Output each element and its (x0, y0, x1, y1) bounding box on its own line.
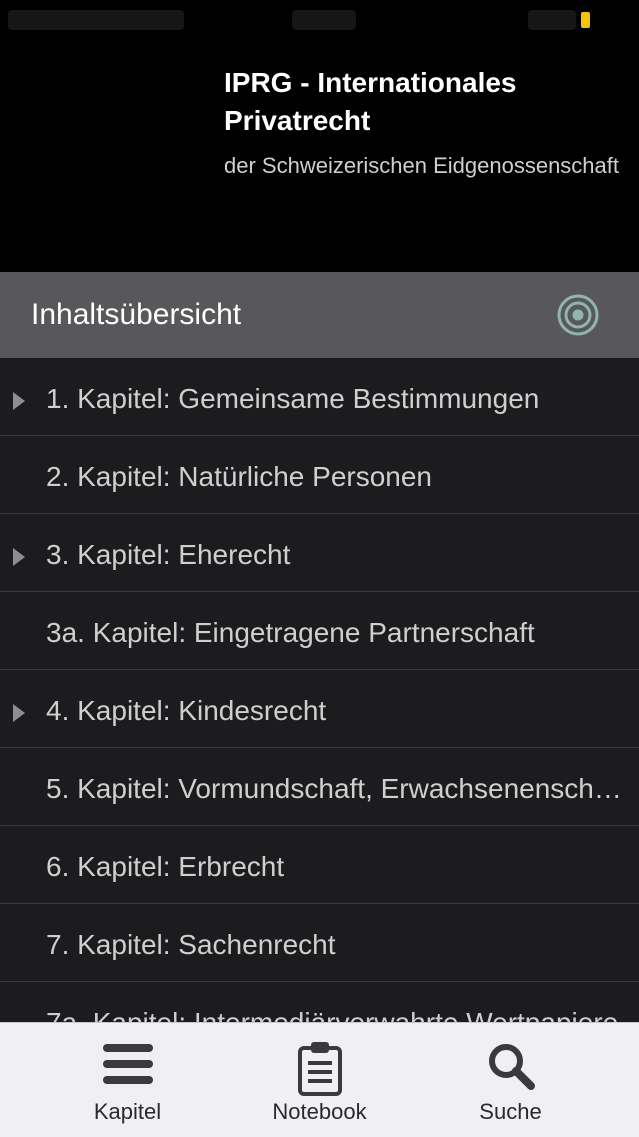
tab-bar: Kapitel Notebook Suche (0, 1022, 639, 1137)
battery-icon (581, 12, 590, 28)
carrier-signal (8, 10, 184, 30)
chapter-row[interactable]: 2. Kapitel: Natürliche Personen (0, 436, 639, 514)
status-bar (0, 0, 639, 40)
chapter-label: 1. Kapitel: Gemeinsame Bestimmungen (46, 383, 540, 414)
tab-kapitel[interactable]: Kapitel (21, 1023, 234, 1137)
chapter-row[interactable]: 6. Kapitel: Erbrecht (0, 826, 639, 904)
chapter-list: 1. Kapitel: Gemeinsame Bestimmungen 2. K… (0, 358, 639, 1022)
tab-label: Kapitel (93, 1099, 162, 1124)
chapter-label: 5. Kapitel: Vormundschaft, Erwachsenensc… (46, 773, 634, 804)
chapter-row[interactable]: 1. Kapitel: Gemeinsame Bestimmungen (0, 358, 639, 436)
chapter-label: 6. Kapitel: Erbrecht (46, 851, 285, 882)
book-header: IPRG - Internationales Privatrecht der S… (0, 40, 639, 272)
tab-suche[interactable]: Suche (404, 1023, 617, 1137)
chapter-row[interactable]: 3a. Kapitel: Eingetragene Partnerschaft (0, 592, 639, 670)
tab-label: Notebook (272, 1099, 367, 1124)
disclosure-triangle-icon[interactable] (13, 704, 25, 722)
menu-icon (103, 1044, 153, 1084)
chapter-row[interactable]: 4. Kapitel: Kindesrecht (0, 670, 639, 748)
search-icon (489, 1044, 535, 1090)
chapter-label: 7a. Kapitel: Intermediärverwahrte Wertpa… (46, 1006, 634, 1022)
battery-percent (528, 10, 576, 30)
chapter-label: 7. Kapitel: Sachenrecht (46, 929, 336, 960)
chapter-label: 3a. Kapitel: Eingetragene Partnerschaft (46, 617, 535, 648)
book-subtitle: der Schweizerischen Eidgenossenschaft (224, 153, 620, 178)
book-title: IPRG - Internationales Privatrecht (224, 67, 517, 136)
chapter-row[interactable]: 7. Kapitel: Sachenrecht (0, 904, 639, 982)
disclosure-triangle-icon[interactable] (13, 548, 25, 566)
tab-label: Suche (479, 1099, 542, 1124)
disclosure-triangle-icon[interactable] (13, 392, 25, 410)
status-time (292, 10, 356, 30)
chapter-label: 3. Kapitel: Eherecht (46, 539, 291, 570)
chapter-row[interactable]: 7a. Kapitel: Intermediärverwahrte Wertpa… (0, 982, 639, 1022)
chapter-row[interactable]: 3. Kapitel: Eherecht (0, 514, 639, 592)
target-icon[interactable] (557, 294, 599, 336)
chapter-label: 4. Kapitel: Kindesrecht (46, 695, 327, 726)
chapter-label: 2. Kapitel: Natürliche Personen (46, 461, 432, 492)
clipboard-icon (298, 1042, 342, 1096)
tab-notebook[interactable]: Notebook (213, 1023, 426, 1137)
section-title: Inhaltsübersicht (31, 298, 242, 331)
chapter-row[interactable]: 5. Kapitel: Vormundschaft, Erwachsenensc… (0, 748, 639, 826)
section-header: Inhaltsübersicht (0, 272, 639, 358)
